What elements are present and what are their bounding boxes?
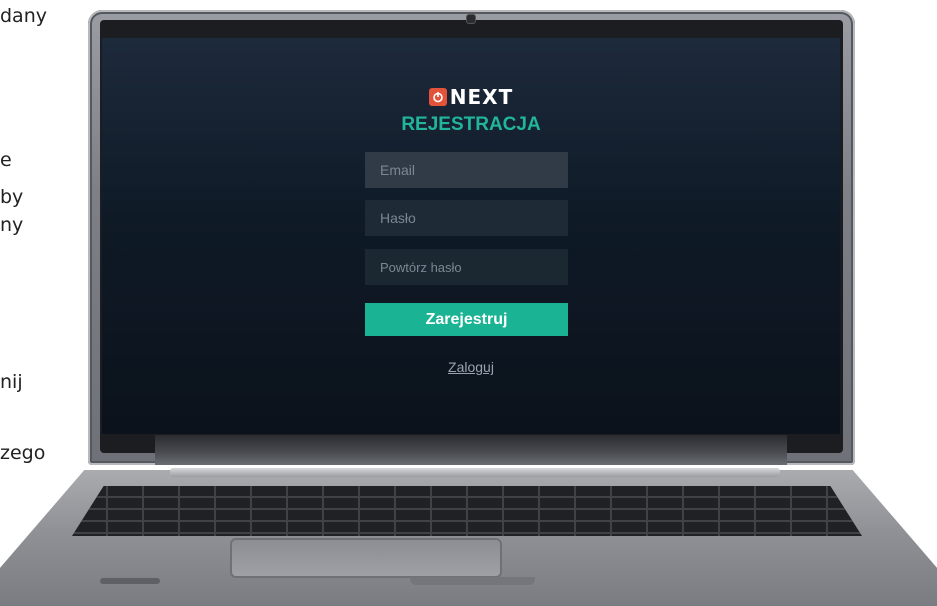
keyboard-keys xyxy=(72,486,862,536)
laptop-touchpad xyxy=(230,538,502,578)
laptop-screen: NEXT REJESTRACJA Zarejestruj Zaloguj xyxy=(102,38,840,434)
page-title: REJESTRACJA xyxy=(401,114,541,135)
laptop-hinge xyxy=(155,435,787,465)
email-field[interactable] xyxy=(365,152,568,188)
password-field[interactable] xyxy=(365,200,568,236)
next-logo-icon xyxy=(428,88,447,106)
register-button[interactable]: Zarejestruj xyxy=(365,303,568,336)
power-icon xyxy=(432,92,443,103)
brand-name: NEXT xyxy=(449,85,514,109)
article-line: e xyxy=(0,149,12,171)
article-line: nij xyxy=(0,371,23,393)
laptop-hinge-strip xyxy=(170,468,780,477)
laptop-front-notch xyxy=(410,577,535,585)
repeat-password-field[interactable] xyxy=(365,249,568,285)
article-line: zego xyxy=(0,442,46,464)
webcam-icon xyxy=(467,15,475,23)
laptop-side-port xyxy=(100,578,160,584)
article-line: dany xyxy=(0,5,47,27)
login-link[interactable]: Zaloguj xyxy=(102,359,840,375)
app-logo: NEXT xyxy=(102,85,840,111)
article-line: by xyxy=(0,186,24,208)
article-line: ny xyxy=(0,214,24,236)
